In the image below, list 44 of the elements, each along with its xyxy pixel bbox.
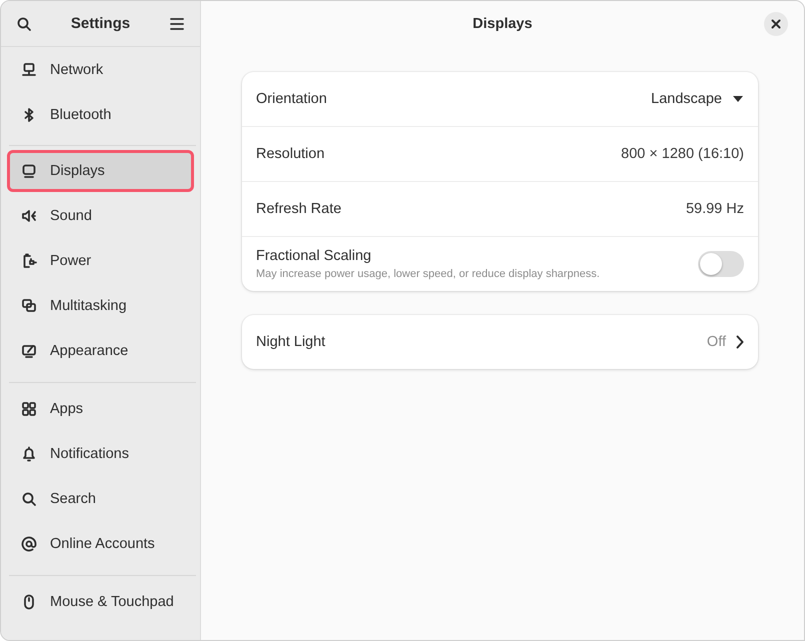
setting-value: 800 × 1280 (16:10) [621, 146, 744, 162]
chevron-right-icon [736, 335, 744, 349]
sidebar-item[interactable]: Search [7, 476, 194, 522]
caret-icon [732, 95, 744, 103]
setting-description: May increase power usage, lower speed, or reduce display sharpness. [256, 268, 600, 280]
speaker-icon [21, 208, 37, 224]
setting-label: Night Light [256, 334, 326, 350]
settings-row[interactable]: Night Light Off [242, 315, 758, 369]
overlapping-windows-icon [21, 298, 37, 314]
at-sign-icon [21, 536, 37, 552]
sidebar-item[interactable]: Displays [7, 150, 194, 192]
sidebar-item[interactable]: Apps [7, 386, 194, 432]
grid-icon [21, 401, 37, 417]
setting-label: Fractional Scaling [256, 248, 372, 264]
setting-label: Refresh Rate [256, 201, 342, 217]
sidebar-item[interactable]: Online Accounts [7, 522, 194, 566]
sidebar-item[interactable]: Network [7, 47, 194, 92]
sidebar-item[interactable]: Bluetooth [7, 92, 194, 137]
sidebar-item[interactable]: Appearance [7, 328, 194, 374]
network-icon [21, 62, 37, 78]
close-icon [771, 19, 781, 29]
monitor-icon [21, 163, 37, 179]
sidebar-title: Settings [70, 15, 130, 32]
search-button[interactable] [15, 14, 33, 32]
mouse-icon [21, 594, 37, 610]
setting-value: Off [706, 334, 726, 350]
paintbrush-monitor-icon [21, 343, 37, 359]
sidebar-item[interactable]: Sound [7, 194, 194, 238]
toggle-switch[interactable] [698, 251, 744, 277]
battery-plug-icon [21, 253, 37, 269]
setting-value: 59.99 Hz [686, 201, 744, 217]
sidebar-item[interactable]: Multitasking [7, 284, 194, 328]
sidebar-item[interactable]: Mouse & Touchpad [7, 580, 194, 624]
setting-label: Resolution [256, 146, 325, 162]
bell-icon [21, 446, 37, 462]
setting-label: Orientation [256, 91, 327, 107]
search-icon [21, 491, 37, 507]
orientation-dropdown[interactable]: Landscape [651, 91, 744, 107]
menu-icon [169, 16, 185, 32]
page-title: Displays [472, 16, 532, 32]
sidebar-item[interactable]: Power [7, 238, 194, 284]
close-button[interactable] [764, 12, 788, 36]
sidebar-item[interactable]: Notifications [7, 432, 194, 476]
search-icon [16, 16, 32, 32]
